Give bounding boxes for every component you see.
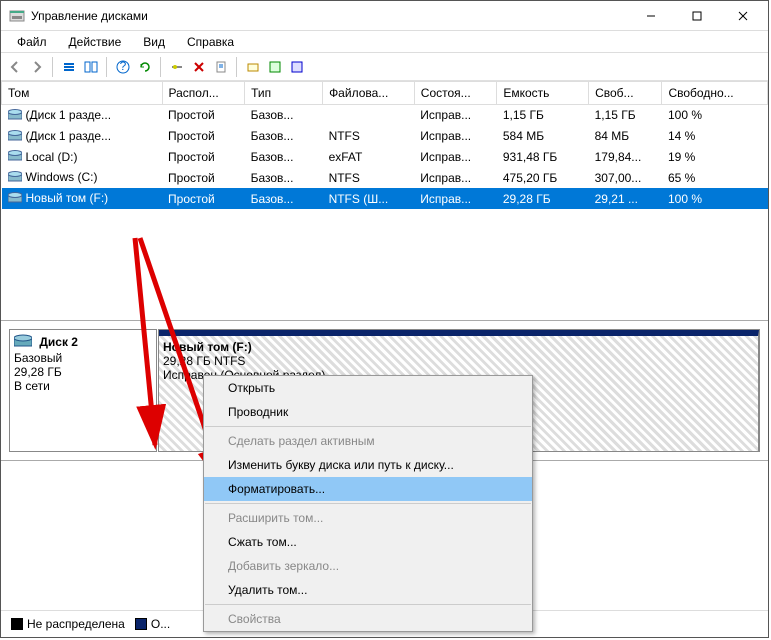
- cm-explorer[interactable]: Проводник: [204, 400, 532, 424]
- separator: [52, 57, 54, 77]
- volume-icon: [8, 192, 22, 206]
- col-free[interactable]: Своб...: [589, 82, 662, 105]
- settings-button[interactable]: [167, 57, 187, 77]
- action2-button[interactable]: [265, 57, 285, 77]
- disk-info[interactable]: Диск 2 Базовый 29,28 ГБ В сети: [9, 329, 157, 452]
- cm-active: Сделать раздел активным: [204, 429, 532, 453]
- table-row[interactable]: (Диск 1 разде...ПростойБазов...NTFSИспра…: [2, 126, 768, 147]
- svg-text:?: ?: [120, 60, 127, 73]
- action1-button[interactable]: [243, 57, 263, 77]
- menubar: Файл Действие Вид Справка: [1, 31, 768, 53]
- window-title: Управление дисками: [31, 9, 628, 23]
- context-menu: Открыть Проводник Сделать раздел активны…: [203, 375, 533, 632]
- separator: [106, 57, 108, 77]
- refresh-button[interactable]: [135, 57, 155, 77]
- cm-separator: [205, 503, 531, 504]
- toolbar: ?: [1, 53, 768, 81]
- window-buttons: [628, 1, 766, 31]
- view-detail-button[interactable]: [81, 57, 101, 77]
- cm-change-letter[interactable]: Изменить букву диска или путь к диску...: [204, 453, 532, 477]
- col-layout[interactable]: Распол...: [162, 82, 245, 105]
- app-icon: [9, 8, 25, 24]
- legend-unallocated-icon: [11, 618, 23, 630]
- volume-icon: [8, 109, 22, 123]
- view-list-button[interactable]: [59, 57, 79, 77]
- cm-extend: Расширить том...: [204, 506, 532, 530]
- menu-action[interactable]: Действие: [59, 33, 132, 51]
- col-freepct[interactable]: Свободно...: [662, 82, 768, 105]
- table-row[interactable]: (Диск 1 разде...ПростойБазов...Исправ...…: [2, 105, 768, 126]
- col-filesystem[interactable]: Файлова...: [323, 82, 415, 105]
- cm-properties: Свойства: [204, 607, 532, 631]
- back-button[interactable]: [5, 57, 25, 77]
- titlebar: Управление дисками: [1, 1, 768, 31]
- disk-size: 29,28 ГБ: [14, 365, 152, 379]
- legend-primary-icon: [135, 618, 147, 630]
- disk-name: Диск 2: [39, 335, 78, 349]
- menu-help[interactable]: Справка: [177, 33, 244, 51]
- table-row[interactable]: Windows (C:)ПростойБазов...NTFSИсправ...…: [2, 167, 768, 188]
- partition-size: 29,28 ГБ NTFS: [163, 354, 754, 368]
- separator: [236, 57, 238, 77]
- table-header-row: Том Распол... Тип Файлова... Состоя... Е…: [2, 82, 768, 105]
- menu-view[interactable]: Вид: [133, 33, 175, 51]
- properties-button[interactable]: [211, 57, 231, 77]
- col-type[interactable]: Тип: [245, 82, 323, 105]
- cm-separator: [205, 604, 531, 605]
- delete-button[interactable]: [189, 57, 209, 77]
- cm-open[interactable]: Открыть: [204, 376, 532, 400]
- cm-mirror: Добавить зеркало...: [204, 554, 532, 578]
- col-volume[interactable]: Том: [2, 82, 163, 105]
- minimize-button[interactable]: [628, 1, 674, 31]
- volume-icon: [8, 171, 22, 185]
- disk-icon: [14, 334, 32, 351]
- volume-table: Том Распол... Тип Файлова... Состоя... Е…: [1, 81, 768, 209]
- menu-file[interactable]: Файл: [7, 33, 57, 51]
- close-button[interactable]: [720, 1, 766, 31]
- col-capacity[interactable]: Емкость: [497, 82, 589, 105]
- disk-type: Базовый: [14, 351, 152, 365]
- volume-icon: [8, 130, 22, 144]
- forward-button[interactable]: [27, 57, 47, 77]
- volume-table-wrap: Том Распол... Тип Файлова... Состоя... Е…: [1, 81, 768, 321]
- legend-primary: О...: [151, 617, 170, 631]
- help-button[interactable]: ?: [113, 57, 133, 77]
- disk-status: В сети: [14, 379, 152, 393]
- table-row[interactable]: Local (D:)ПростойБазов...exFATИсправ...9…: [2, 147, 768, 168]
- maximize-button[interactable]: [674, 1, 720, 31]
- cm-separator: [205, 426, 531, 427]
- partition-title: Новый том (F:): [163, 340, 754, 354]
- separator: [160, 57, 162, 77]
- col-status[interactable]: Состоя...: [414, 82, 497, 105]
- legend-unallocated: Не распределена: [27, 617, 125, 631]
- cm-format[interactable]: Форматировать...: [204, 477, 532, 501]
- volume-icon: [8, 150, 22, 164]
- table-row[interactable]: Новый том (F:)ПростойБазов...NTFS (Ш...И…: [2, 188, 768, 209]
- cm-shrink[interactable]: Сжать том...: [204, 530, 532, 554]
- action3-button[interactable]: [287, 57, 307, 77]
- cm-delete[interactable]: Удалить том...: [204, 578, 532, 602]
